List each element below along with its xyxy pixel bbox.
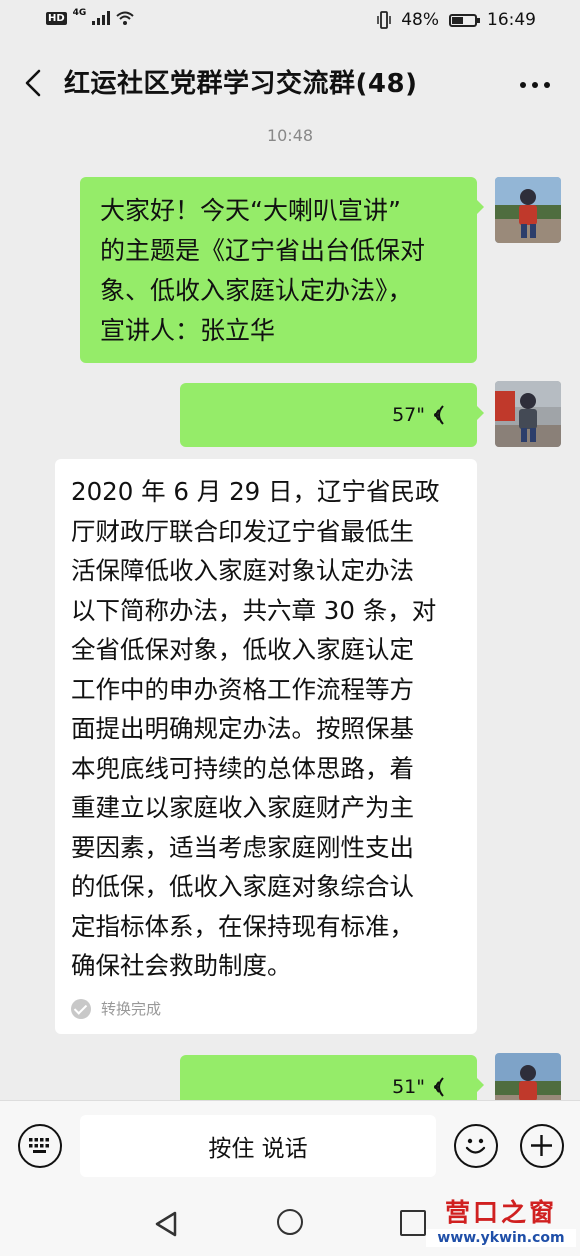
status-left: HD 4G	[46, 8, 134, 25]
check-circle-icon	[71, 999, 91, 1020]
voice-wave-icon	[434, 1077, 444, 1097]
avatar[interactable]	[495, 381, 561, 447]
voice-duration: 57"	[392, 404, 425, 426]
transcript-line: 工作中的申办资格工作流程等方	[71, 674, 414, 704]
keyboard-icon[interactable]	[18, 1124, 62, 1168]
battery-percent: 48%	[401, 10, 439, 30]
voice-duration: 51"	[392, 1076, 425, 1098]
transcript-status: 转换完成	[71, 990, 461, 1030]
status-bar: HD 4G 48% 16:49	[0, 0, 580, 44]
hd-badge: HD	[46, 11, 67, 25]
transcript-line: 确保社会救助制度。	[71, 951, 292, 980]
wifi-icon	[116, 11, 134, 25]
message-line: 宣讲人：张立华	[100, 316, 276, 345]
watermark-name: 营口之窗	[444, 1198, 557, 1227]
more-icon[interactable]	[520, 82, 550, 88]
vibrate-icon	[377, 11, 391, 29]
nav-home-icon[interactable]	[277, 1209, 303, 1235]
status-right: 48% 16:49	[377, 10, 536, 30]
nav-recents-icon[interactable]	[400, 1210, 426, 1236]
message-timestamp: 10:48	[266, 126, 314, 145]
transcript-line: 重建立以家庭收入家庭财产为主	[71, 793, 414, 822]
transcript-line: 以下简称办法，共六章 30 条，对	[71, 595, 437, 625]
chat-title: 红运社区党群学习交流群(48)	[64, 69, 418, 99]
transcript-line: 要因素，适当考虑家庭刚性支出	[71, 832, 414, 862]
transcript-bubble[interactable]: 2020 年 6 月 29 日，辽宁省民政 厅财政厅联合印发辽宁省最低生 活保障…	[55, 459, 477, 1034]
chat-header: 红运社区党群学习交流群(48)	[0, 44, 580, 120]
transcript-line: 活保障低收入家庭对象认定办法	[71, 556, 414, 585]
signal-icon	[92, 11, 111, 25]
clock: 16:49	[487, 10, 536, 30]
transcript-status-label: 转换完成	[101, 999, 162, 1018]
voice-wave-icon	[434, 405, 444, 425]
transcript-line: 面提出明确规定办法。按照保基	[71, 714, 414, 743]
input-bar: 按住 说话	[0, 1100, 580, 1195]
message-line: 大家好！今天“大喇叭宣讲”	[100, 196, 401, 225]
nav-back-icon[interactable]	[153, 1210, 179, 1238]
battery-icon	[449, 13, 480, 27]
plus-icon[interactable]	[520, 1124, 564, 1168]
transcript-line: 定指标体系，在保持现有标准，	[71, 911, 414, 941]
transcript-line: 本兜底线可持续的总体思路，着	[71, 753, 414, 783]
site-watermark: 营口之窗 www.ykwin.com	[426, 1199, 576, 1251]
message-line: 的主题是《辽宁省出台低保对	[100, 236, 426, 265]
network-type: 4G	[72, 8, 87, 18]
message-line: 象、低收入家庭认定办法》，	[100, 276, 413, 305]
emoji-icon[interactable]	[454, 1124, 498, 1168]
transcript-line: 2020 年 6 月 29 日，辽宁省民政	[71, 477, 440, 506]
hold-to-talk-button[interactable]: 按住 说话	[80, 1115, 436, 1177]
transcript-line: 厅财政厅联合印发辽宁省最低生	[71, 516, 414, 546]
system-nav-bar: 营口之窗 www.ykwin.com	[0, 1194, 580, 1256]
transcript-line: 的低保，低收入家庭对象综合认	[71, 872, 414, 901]
transcript-line: 全省低保对象，低收入家庭认定	[71, 635, 414, 664]
message-bubble-text[interactable]: 大家好！今天“大喇叭宣讲” 的主题是《辽宁省出台低保对 象、低收入家庭认定办法》…	[80, 177, 484, 363]
voice-message[interactable]: 57"	[180, 383, 484, 447]
back-icon[interactable]	[22, 68, 44, 98]
watermark-url: www.ykwin.com	[426, 1229, 576, 1247]
avatar[interactable]	[495, 177, 561, 243]
